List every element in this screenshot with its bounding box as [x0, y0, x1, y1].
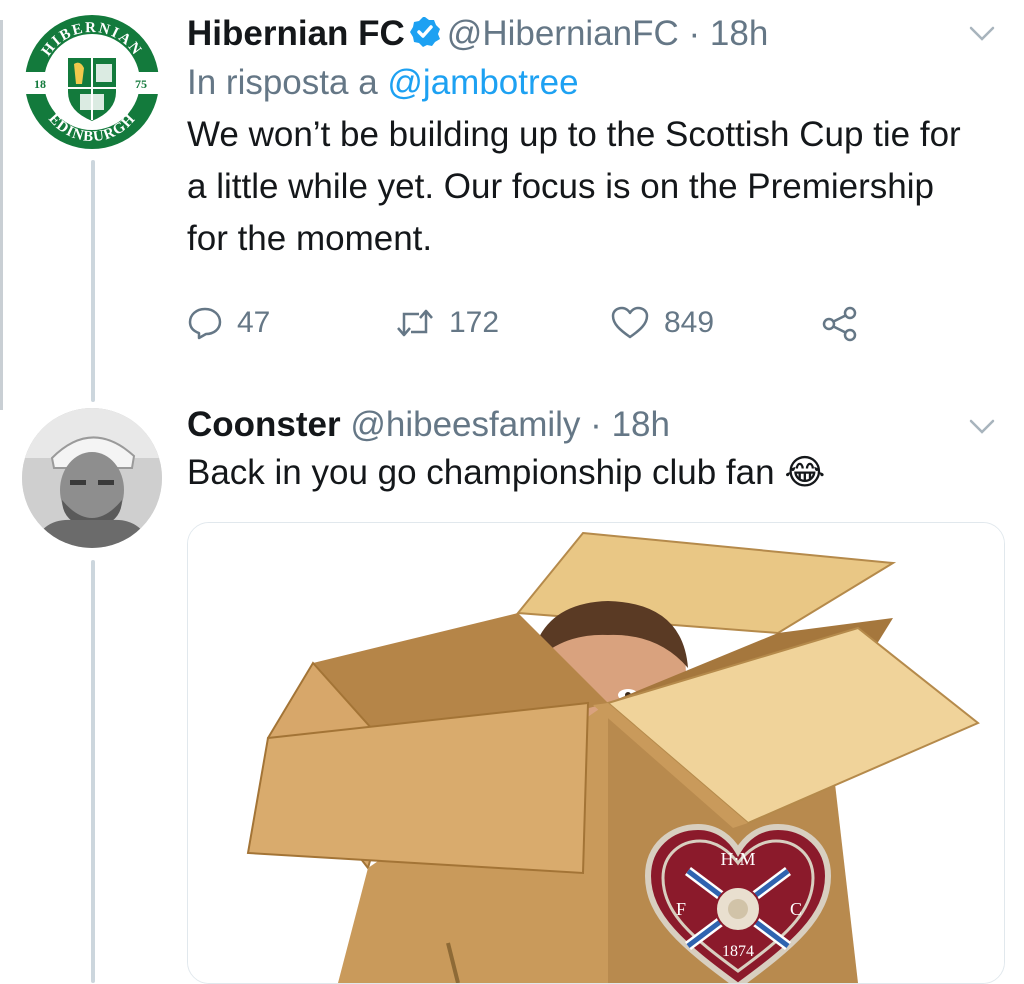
like-button[interactable]: 849	[610, 305, 714, 341]
chevron-down-icon[interactable]	[968, 24, 996, 44]
like-count: 849	[664, 306, 715, 339]
thread-line-bottom	[91, 560, 95, 983]
separator: ·	[688, 14, 701, 53]
thread-line-top	[91, 160, 95, 402]
svg-text:C: C	[790, 899, 802, 919]
svg-text:H·M: H·M	[721, 849, 756, 869]
svg-text:1874: 1874	[722, 943, 754, 960]
tweet-text: Back in you go championship club fan 😂	[187, 447, 994, 499]
svg-text:75: 75	[135, 77, 147, 91]
chevron-down-icon[interactable]	[968, 417, 996, 437]
retweet-count: 172	[449, 306, 500, 339]
tweet-coonster[interactable]: Coonster @hibeesfamily · 18h Back in you…	[187, 405, 994, 499]
user-photo-avatar[interactable]	[22, 408, 162, 548]
tweet-actions: 47 172 849	[187, 305, 887, 355]
hearts-crest-badge: H·M F C 1874	[644, 823, 832, 983]
hibernian-crest-icon[interactable]: HIBERNIAN EDINBURGH 18 75	[22, 12, 162, 152]
tweet-media-image[interactable]: H·M F C 1874	[187, 522, 1005, 984]
timestamp[interactable]: 18h	[612, 405, 670, 444]
reply-button[interactable]: 47	[187, 305, 270, 341]
reply-icon	[188, 307, 222, 340]
author-name[interactable]: Hibernian FC	[187, 14, 405, 53]
reply-context: In risposta a @jambotree	[187, 61, 994, 105]
tears-of-joy-emoji-icon: 😂	[784, 453, 826, 492]
reply-count: 47	[237, 306, 271, 339]
tweet-text: We won’t be building up to the Scottish …	[187, 115, 961, 258]
retweet-button[interactable]: 172	[395, 305, 499, 341]
tweet-hibernian[interactable]: Hibernian FC @HibernianFC · 18h In rispos…	[187, 14, 994, 265]
svg-text:18: 18	[34, 77, 46, 91]
heart-icon	[611, 306, 649, 339]
svg-text:F: F	[676, 899, 686, 919]
tweet-text-content: Back in you go championship club fan	[187, 453, 775, 492]
reply-mention-link[interactable]: @jambotree	[387, 63, 578, 102]
share-icon	[822, 306, 857, 342]
timestamp[interactable]: 18h	[710, 14, 768, 53]
separator: ·	[590, 405, 602, 444]
tweet-header: Hibernian FC @HibernianFC · 18h	[187, 14, 994, 57]
tweet-header: Coonster @hibeesfamily · 18h	[187, 405, 994, 445]
window-edge	[0, 20, 3, 410]
author-handle[interactable]: @HibernianFC	[447, 14, 679, 53]
verified-badge-icon	[409, 16, 441, 57]
author-handle[interactable]: @hibeesfamily	[350, 405, 580, 444]
share-button[interactable]	[821, 305, 859, 343]
man-in-cardboard-box-image	[188, 523, 1004, 983]
author-name[interactable]: Coonster	[187, 405, 341, 444]
reply-prefix: In risposta a	[187, 63, 378, 102]
retweet-icon	[397, 309, 433, 337]
